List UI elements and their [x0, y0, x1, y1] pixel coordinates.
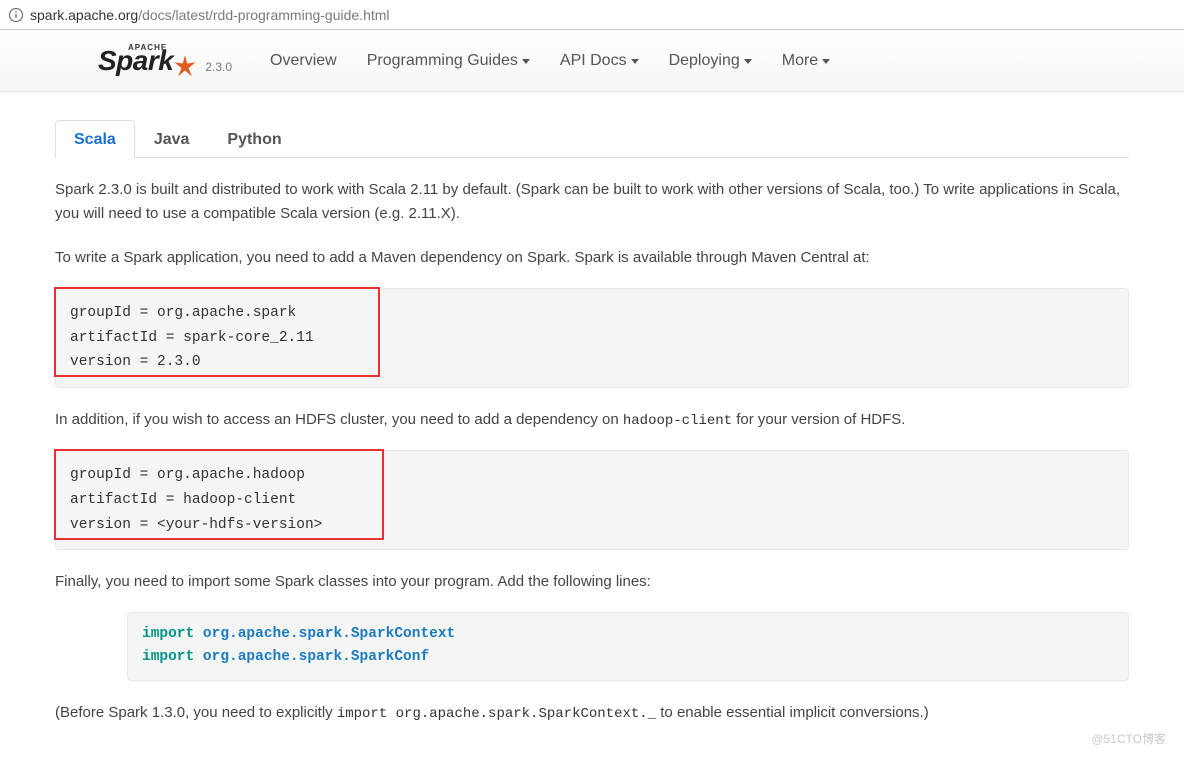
intro-paragraph-1: Spark 2.3.0 is built and distributed to …: [55, 178, 1129, 226]
brand-logo[interactable]: APACHE Spark 2.3.0: [98, 45, 232, 77]
navbar: APACHE Spark 2.3.0 OverviewProgramming G…: [0, 30, 1184, 92]
maven-dependency-spark: groupId = org.apache.spark artifactId = …: [55, 288, 1129, 388]
brand-version: 2.3.0: [205, 60, 232, 74]
import-code-block: import org.apache.spark.SparkContext imp…: [127, 612, 1129, 680]
language-tabs: ScalaJavaPython: [55, 120, 1129, 158]
maven-dependency-hadoop: groupId = org.apache.hadoop artifactId =…: [55, 450, 1129, 550]
nav-item-more[interactable]: More: [768, 42, 844, 80]
hadoop-client-code: hadoop-client: [623, 413, 732, 429]
note-paragraph: (Before Spark 1.3.0, you need to explici…: [55, 701, 1129, 725]
hdfs-paragraph: In addition, if you wish to access an HD…: [55, 408, 1129, 432]
chevron-down-icon: [744, 59, 752, 64]
sparkcontext-import-code: import org.apache.spark.SparkContext._: [337, 706, 656, 722]
intro-paragraph-2: To write a Spark application, you need t…: [55, 246, 1129, 270]
nav-item-overview[interactable]: Overview: [256, 42, 351, 80]
tab-java[interactable]: Java: [135, 120, 209, 158]
tab-python[interactable]: Python: [208, 120, 300, 158]
import-paragraph: Finally, you need to import some Spark c…: [55, 570, 1129, 594]
chevron-down-icon: [522, 59, 530, 64]
watermark: @51CTO博客: [1091, 730, 1166, 747]
info-icon: [8, 7, 24, 23]
chevron-down-icon: [631, 59, 639, 64]
nav-item-programming-guides[interactable]: Programming Guides: [353, 42, 544, 80]
nav-item-deploying[interactable]: Deploying: [655, 42, 766, 80]
tab-scala[interactable]: Scala: [55, 120, 135, 158]
brand-superscript: APACHE: [128, 43, 167, 52]
nav-item-api-docs[interactable]: API Docs: [546, 42, 653, 80]
chevron-down-icon: [822, 59, 830, 64]
spark-star-icon: [171, 53, 199, 81]
url-text: spark.apache.org/docs/latest/rdd-program…: [30, 7, 390, 23]
nav-menu: OverviewProgramming GuidesAPI DocsDeploy…: [256, 42, 844, 80]
main-content: ScalaJavaPython Spark 2.3.0 is built and…: [0, 120, 1184, 764]
address-bar[interactable]: spark.apache.org/docs/latest/rdd-program…: [0, 0, 1184, 30]
